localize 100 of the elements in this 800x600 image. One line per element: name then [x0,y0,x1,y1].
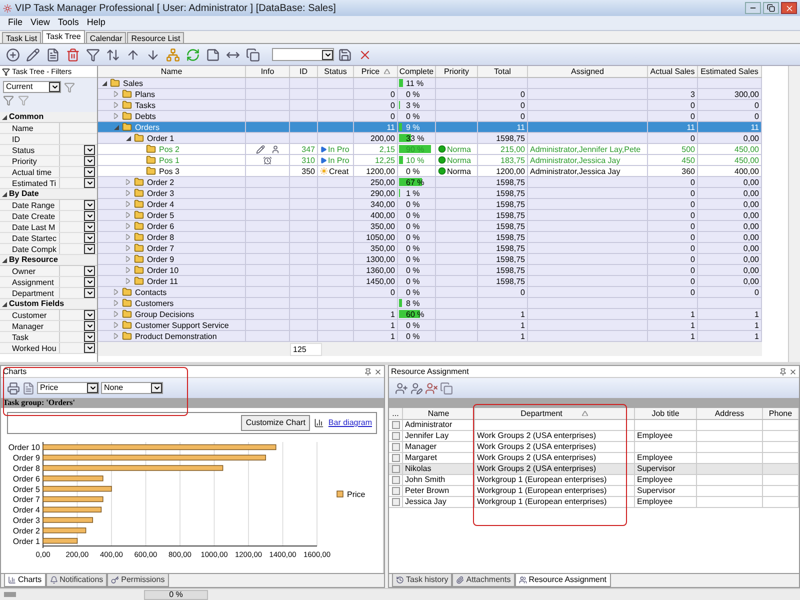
panel-tab[interactable]: Charts [4,574,46,587]
tree-row[interactable]: Pos 1 310 In Pro 12,25 10 % Norma 183,75 Administrator,Jessica Jay 450 450,00 [98,155,762,166]
collapse-icon[interactable] [2,192,7,196]
dropdown-button[interactable] [84,178,95,188]
column-header[interactable]: Info [246,66,290,77]
collapse-icon[interactable] [2,258,7,262]
dropdown-button[interactable] [84,145,95,155]
resource-row[interactable]: John Smith Workgroup 1 (European enterprises) Employee [389,475,799,486]
tree-row[interactable]: Order 8 1050,00 0 % 1598,75 0 0,00 [98,232,762,243]
minimize-button[interactable] [745,2,761,14]
scrollbar[interactable] [383,408,384,573]
column-header[interactable]: Name [403,408,475,419]
dropdown-button[interactable] [84,211,95,221]
view-tab[interactable]: Task List [2,32,42,43]
chart-type-link[interactable]: Bar diagram [328,417,372,429]
dropdown-button[interactable] [84,266,95,276]
tree-row[interactable]: Sales 11 % [98,78,762,89]
resource-row[interactable]: Administrator [389,420,799,431]
column-header[interactable]: Job title [635,408,697,419]
checkbox[interactable] [392,421,400,429]
tree-row[interactable]: Tasks 0 3 % 0 0 0 [98,100,762,111]
tree-row[interactable]: Debts 0 0 % 0 0 0 [98,111,762,122]
column-header[interactable]: ... [389,408,403,419]
filter-section-header[interactable]: Custom Fields [0,299,97,310]
collapse-icon[interactable] [2,302,7,306]
panel-tab[interactable]: Permissions [107,574,169,587]
column-header[interactable]: Status [318,66,354,77]
column-header[interactable]: Priority [436,66,478,77]
column-header[interactable]: Total [478,66,528,77]
dropdown-button[interactable] [84,222,95,232]
dropdown-button[interactable] [84,288,95,298]
edit-user-icon[interactable] [410,382,423,394]
column-header[interactable]: Estimated Sales [698,66,762,77]
print-icon[interactable] [7,382,20,394]
tree-row[interactable]: Order 5 400,00 0 % 1598,75 0 0,00 [98,210,762,221]
tree-row[interactable]: Order 3 290,00 1 % 1598,75 0 0,00 [98,188,762,199]
tree-row[interactable]: Order 10 1360,00 0 % 1598,75 0 0,00 [98,265,762,276]
panel-tab[interactable]: Task history [392,574,452,587]
column-header[interactable]: Assigned [528,66,648,77]
print-preview-icon[interactable] [22,382,35,394]
dropdown-button[interactable] [84,156,95,166]
dropdown-button[interactable] [84,310,95,320]
resource-row[interactable]: Nikolas Work Groups 2 (USA enterprises) Supervisor [389,464,799,475]
menu-item[interactable]: File [8,16,23,30]
panel-tab[interactable]: Notifications [46,574,108,587]
column-header[interactable]: ID [290,66,318,77]
column-header[interactable]: Actual Sales [648,66,698,77]
dropdown-button[interactable] [84,233,95,243]
column-header[interactable]: Price [354,66,398,77]
menu-item[interactable]: Help [86,16,106,30]
value-field-select[interactable]: Price [37,382,99,394]
dropdown-button[interactable] [84,277,95,287]
tree-row[interactable]: Order 4 340,00 0 % 1598,75 0 0,00 [98,199,762,210]
resource-row[interactable]: Jennifer Lay Work Groups 2 (USA enterprises) Employee [389,431,799,442]
copy-icon[interactable] [440,382,453,394]
column-header[interactable]: Phone [763,408,799,419]
checkbox[interactable] [392,476,400,484]
view-tab[interactable]: Calendar [86,32,126,43]
menu-item[interactable]: View [30,16,50,30]
column-header[interactable]: Department [475,408,635,419]
dropdown-button[interactable] [84,167,95,177]
tree-row[interactable]: Order 7 350,00 0 % 1598,75 0 0,00 [98,243,762,254]
dropdown-button[interactable] [84,321,95,331]
add-icon[interactable] [4,46,22,64]
preset-select[interactable]: Current [3,81,61,93]
scrollbar[interactable] [788,66,800,362]
tree-row[interactable]: Order 6 350,00 0 % 1598,75 0 0,00 [98,221,762,232]
column-header[interactable]: Name [98,66,246,77]
pin-icon[interactable] [364,368,372,376]
tree-row[interactable]: Plans 0 0 % 0 3 300,00 [98,89,762,100]
series-field-select[interactable]: None [101,382,163,394]
maximize-button[interactable] [763,2,779,14]
tree-row[interactable]: Customers 8 % [98,298,762,309]
copy-icon[interactable] [244,46,262,64]
close-button[interactable] [781,2,797,14]
menu-item[interactable]: Tools [58,16,79,30]
tree-row[interactable]: Contacts 0 0 % 0 0 0 [98,287,762,298]
close-icon[interactable] [374,368,382,376]
collapse-icon[interactable] [126,136,131,140]
checkbox[interactable] [392,465,400,473]
dropdown-button[interactable] [84,244,95,254]
tree-row[interactable]: Customer Support Service 1 0 % 1 1 1 [98,320,762,331]
pencil-icon[interactable] [24,46,42,64]
customize-chart-button[interactable]: Customize Chart [240,415,310,431]
checkbox[interactable] [392,498,400,506]
panel-tab[interactable]: Attachments [452,574,515,587]
toolbar-combo[interactable] [272,48,334,61]
pin-icon[interactable] [779,368,787,376]
checkbox[interactable] [392,432,400,440]
close-icon[interactable] [789,368,797,376]
filter-icon[interactable] [3,95,14,106]
resource-row[interactable]: Margaret Work Groups 2 (USA enterprises) Employee [389,453,799,464]
checkbox[interactable] [392,454,400,462]
dropdown-button[interactable] [84,200,95,210]
collapse-icon[interactable] [2,114,7,120]
checkbox[interactable] [392,487,400,495]
resource-row[interactable]: Jessica Jay Workgroup 1 (European enterprises) Employee [389,497,799,508]
filter-section-header[interactable]: By Resource [0,255,97,266]
tree-row[interactable]: Product Demonstration 1 0 % 1 1 1 [98,331,762,342]
column-header[interactable]: Complete [398,66,436,77]
